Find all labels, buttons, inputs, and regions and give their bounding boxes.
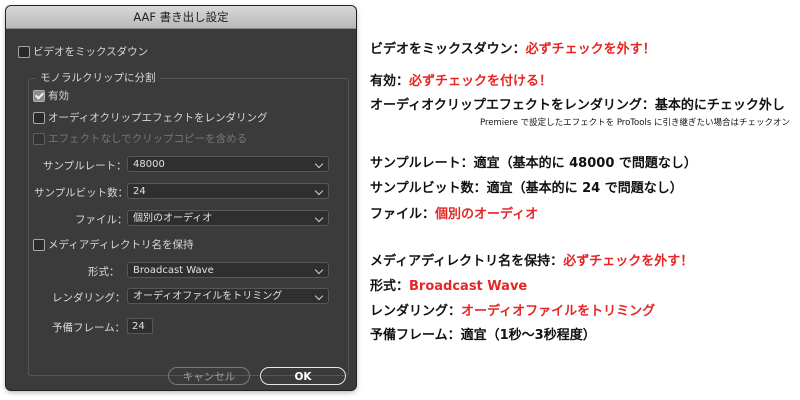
mixdown-label: ビデオをミックスダウン: [33, 46, 149, 58]
rendering-label: レンダリング：: [52, 292, 126, 304]
rendering-value: オーディオファイルをトリミング: [133, 291, 283, 302]
sample-rate-value: 48000: [133, 159, 165, 170]
note-format: 形式：Broadcast Wave: [370, 275, 527, 294]
note-enable: 有効：必ずチェックを付ける！: [370, 70, 552, 89]
dialog-title: AAF 書き出し設定: [6, 6, 356, 29]
note-render-effects-sub: Premiere で設定したエフェクトを ProTools に引き継ぎたい場合は…: [480, 118, 790, 128]
aaf-export-dialog: AAF 書き出し設定 ビデオをミックスダウン モノラルクリップに分割 有効 オー…: [6, 6, 356, 390]
bit-depth-select[interactable]: 24: [127, 183, 329, 199]
sample-rate-label: サンプルレート：: [43, 160, 127, 172]
note-format-label: 形式：: [370, 279, 410, 294]
note-file-value: 個別のオーディオ: [435, 207, 539, 222]
chevron-down-icon: [315, 157, 323, 173]
render-effects-checkbox[interactable]: [33, 112, 45, 124]
keep-media-dir-label: メディアディレクトリ名を保持: [48, 239, 194, 251]
note-file-label: ファイル：: [370, 207, 436, 222]
dialog-body: ビデオをミックスダウン モノラルクリップに分割 有効 オーディオクリップエフェク…: [6, 28, 356, 390]
file-select[interactable]: 個別のオーディオ: [127, 210, 329, 226]
chevron-down-icon: [315, 289, 323, 305]
note-render-effects: オーディオクリップエフェクトをレンダリング：基本的にチェック外し: [370, 98, 785, 113]
note-mixdown-label: ビデオをミックスダウン：: [370, 42, 526, 57]
split-mono-group-title: モノラルクリップに分割: [36, 70, 160, 85]
ok-button[interactable]: OK: [260, 367, 346, 385]
note-rendering-value: オーディオファイルをトリミング: [461, 304, 656, 319]
file-label: ファイル：: [75, 214, 128, 226]
chevron-down-icon: [315, 184, 323, 200]
enable-checkbox[interactable]: [33, 90, 45, 102]
enable-label: 有効: [48, 90, 69, 102]
note-format-value: Broadcast Wave: [409, 279, 528, 294]
handles-input[interactable]: 24: [127, 318, 153, 334]
note-rendering-label: レンダリング：: [370, 304, 462, 319]
handles-label: 予備フレーム：: [52, 322, 126, 334]
mixdown-checkbox[interactable]: [18, 46, 30, 58]
note-sample-rate: サンプルレート：適宜（基本的に 48000 で問題なし）: [370, 156, 697, 171]
note-bit-depth: サンプルビット数：適宜（基本的に 24 で問題なし）: [370, 181, 683, 196]
chevron-down-icon: [315, 263, 323, 279]
cancel-button[interactable]: キャンセル: [168, 367, 250, 385]
note-keep-media-label: メディアディレクトリ名を保持：: [370, 254, 564, 269]
format-value: Broadcast Wave: [133, 265, 214, 276]
bit-depth-value: 24: [133, 186, 146, 197]
rendering-select[interactable]: オーディオファイルをトリミング: [127, 288, 329, 304]
note-mixdown-value: 必ずチェックを外す！: [525, 42, 656, 57]
chevron-down-icon: [315, 211, 323, 227]
file-value: 個別のオーディオ: [133, 213, 213, 224]
note-mixdown: ビデオをミックスダウン：必ずチェックを外す！: [370, 38, 656, 57]
note-handles: 予備フレーム：適宜（1秒〜3秒程度）: [370, 328, 596, 343]
format-select[interactable]: Broadcast Wave: [127, 262, 329, 278]
note-enable-value: 必ずチェックを付ける！: [409, 74, 553, 89]
note-keep-media-value: 必ずチェックを外す！: [563, 254, 694, 269]
render-effects-label: オーディオクリップエフェクトをレンダリング: [48, 112, 268, 124]
settings-notes: ビデオをミックスダウン：必ずチェックを外す！ 有効：必ずチェックを付ける！ オー…: [370, 0, 798, 400]
note-keep-media: メディアディレクトリ名を保持：必ずチェックを外す！: [370, 250, 693, 269]
format-label: 形式：: [88, 266, 120, 278]
include-copies-label: エフェクトなしでクリップコピーを含める: [48, 133, 248, 145]
note-enable-label: 有効：: [370, 74, 410, 89]
note-file: ファイル：個別のオーディオ: [370, 203, 538, 222]
bit-depth-label: サンプルビット数：: [34, 187, 129, 199]
sample-rate-select[interactable]: 48000: [127, 156, 329, 172]
include-copies-checkbox: [33, 133, 45, 145]
note-rendering: レンダリング：オーディオファイルをトリミング: [370, 300, 655, 319]
keep-media-dir-checkbox[interactable]: [33, 239, 45, 251]
